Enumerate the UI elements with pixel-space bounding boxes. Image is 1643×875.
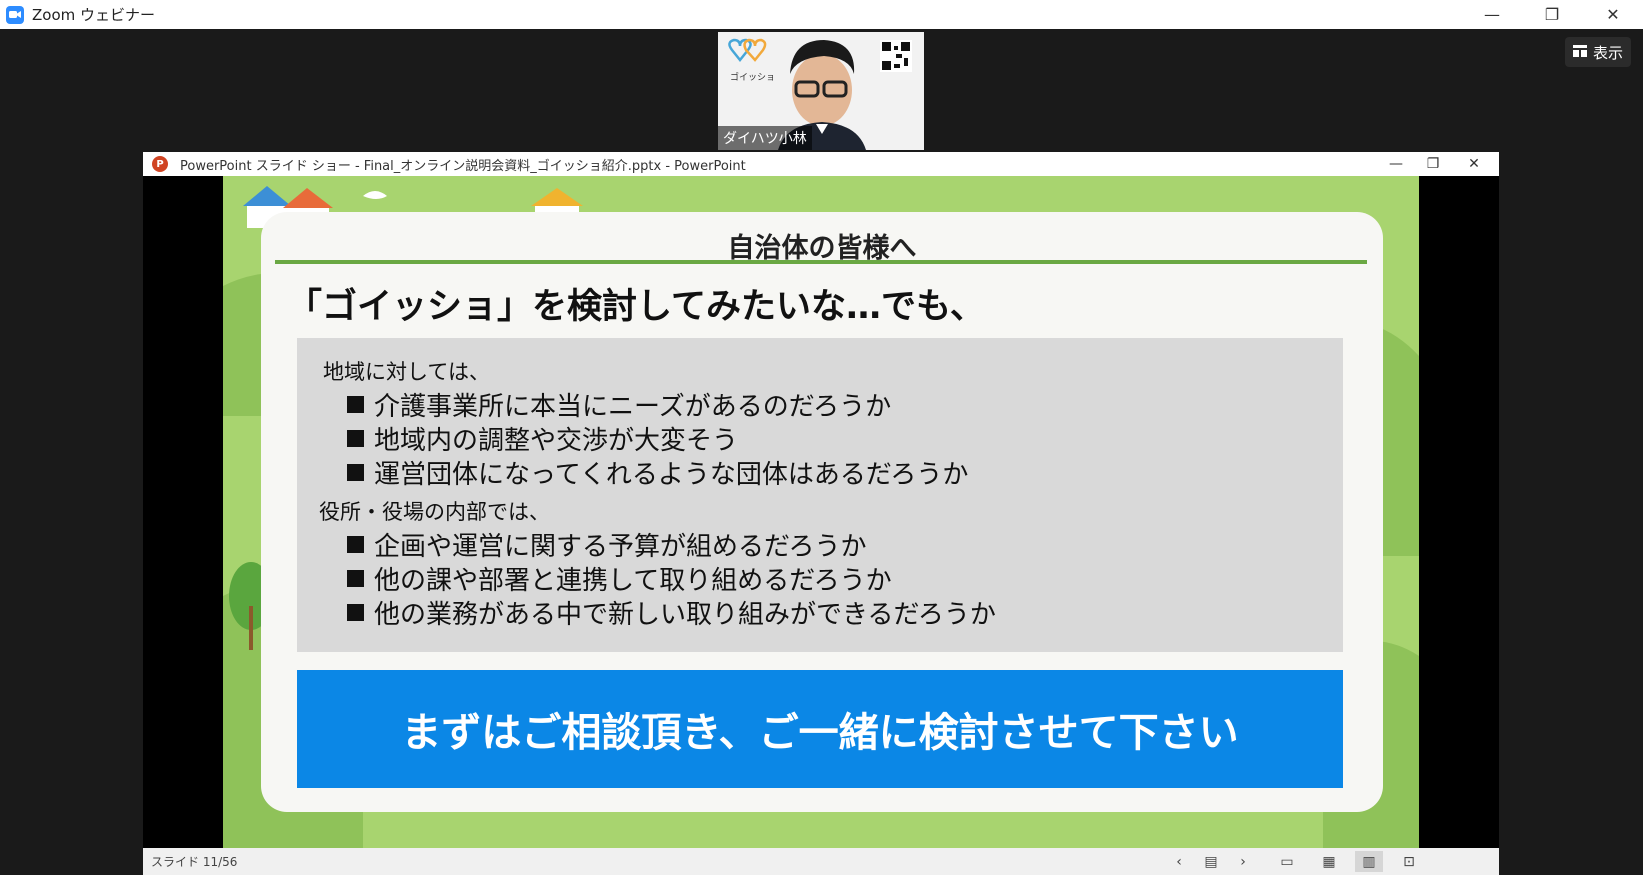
content-card: 自治体の皆様へ 「ゴイッショ」を検討してみたいな…でも、 地域に対しては、 介護… <box>261 212 1383 812</box>
list-item: 他の業務がある中で新しい取り組みができるだろうか <box>347 594 996 631</box>
zoom-camera-icon <box>6 5 24 24</box>
qr-code-icon <box>880 40 912 72</box>
next-slide-icon[interactable]: › <box>1229 851 1257 872</box>
bullet-square-icon <box>347 430 364 447</box>
heading-divider <box>275 260 1367 264</box>
powerpoint-window-title: PowerPoint スライド ショー - Final_オンライン説明会資料_ゴ… <box>180 158 746 174</box>
slideshow-view-icon[interactable]: ⊡ <box>1395 851 1423 872</box>
list-item: 企画や運営に関する予算が組めるだろうか <box>347 526 866 563</box>
slide-menu-icon[interactable]: ▤ <box>1197 851 1225 872</box>
bullet-square-icon <box>347 396 364 413</box>
list-item: 運営団体になってくれるような団体はあるだろうか <box>347 454 968 491</box>
bullet-square-icon <box>347 604 364 621</box>
bullet-square-icon <box>347 536 364 553</box>
bullet-square-icon <box>347 570 364 587</box>
section-label-community: 地域に対しては、 <box>323 360 490 384</box>
slide[interactable]: 自治体の皆様へ 「ゴイッショ」を検討してみたいな…でも、 地域に対しては、 介護… <box>223 176 1419 848</box>
list-item: 介護事業所に本当にニーズがあるのだろうか <box>347 386 891 423</box>
previous-slide-icon[interactable]: ‹ <box>1165 851 1193 872</box>
powerpoint-icon: P <box>152 156 168 172</box>
list-item: 他の課や部署と連携して取り組めるだろうか <box>347 560 892 597</box>
normal-view-icon[interactable]: ▭ <box>1273 851 1301 872</box>
bullet-square-icon <box>347 464 364 481</box>
slide-sorter-icon[interactable]: ▦ <box>1315 851 1343 872</box>
window-title: Zoom ウェビナー <box>32 6 156 24</box>
restore-button[interactable]: ❐ <box>1527 0 1577 29</box>
powerpoint-titlebar: P PowerPoint スライド ショー - Final_オンライン説明会資料… <box>143 152 1499 176</box>
call-to-action-banner: まずはご相談頂き、ご一緒に検討させて下さい <box>297 670 1343 788</box>
concerns-box: 地域に対しては、 介護事業所に本当にニーズがあるのだろうか 地域内の調整や交渉が… <box>297 338 1343 652</box>
minimize-button[interactable]: — <box>1467 0 1517 29</box>
ppt-close-button[interactable]: ✕ <box>1451 152 1497 176</box>
grid-icon <box>1572 43 1587 61</box>
close-button[interactable]: ✕ <box>1588 0 1638 29</box>
list-item: 地域内の調整や交渉が大変そう <box>347 420 738 457</box>
slide-question: 「ゴイッショ」を検討してみたいな…でも、 <box>287 287 985 327</box>
reading-view-icon[interactable]: ▥ <box>1355 851 1383 872</box>
view-button[interactable]: 表示 <box>1565 37 1631 67</box>
powerpoint-statusbar: スライド 11/56 ‹ ▤ › ▭ ▦ ▥ ⊡ <box>143 848 1499 875</box>
view-button-label: 表示 <box>1592 43 1623 62</box>
powerpoint-window: P PowerPoint スライド ショー - Final_オンライン説明会資料… <box>143 152 1499 875</box>
zoom-titlebar: Zoom ウェビナー — ❐ ✕ <box>0 0 1643 29</box>
section-label-office: 役所・役場の内部では、 <box>319 500 550 524</box>
ppt-restore-button[interactable]: ❐ <box>1410 152 1456 176</box>
speaker-video[interactable]: ゴイッショ ダイハツ小林 <box>718 32 924 150</box>
svg-text:ゴイッショ: ゴイッショ <box>730 71 775 83</box>
participant-name: ダイハツ小林 <box>718 126 812 150</box>
slide-counter: スライド 11/56 <box>151 855 238 869</box>
